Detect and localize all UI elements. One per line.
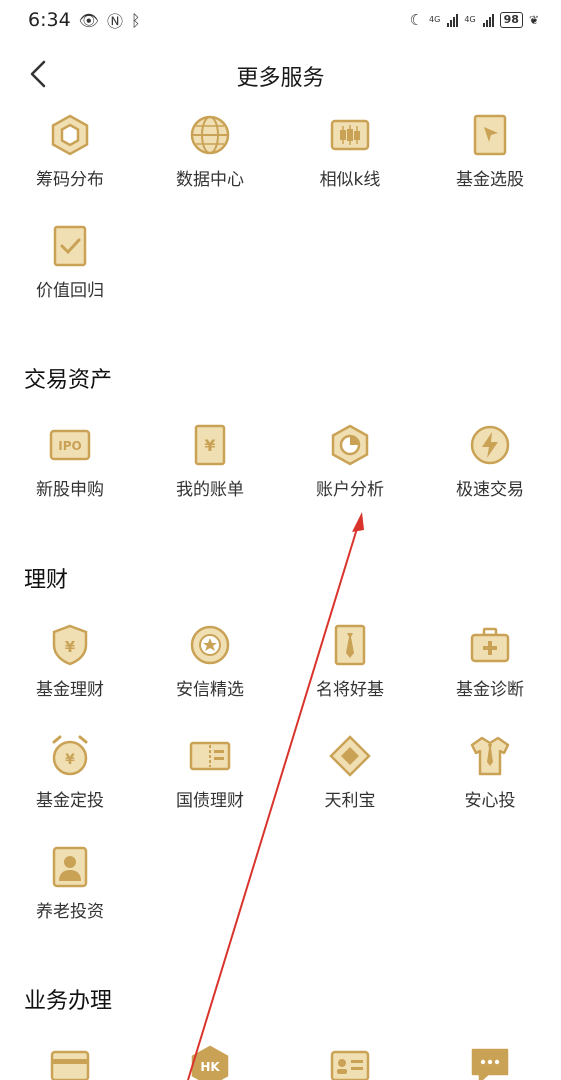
moon-icon: ☾ — [409, 11, 424, 29]
shirt-icon — [470, 736, 510, 776]
portrait-icon — [52, 846, 88, 888]
battery-indicator: 98 — [499, 12, 523, 28]
status-bar: 6:34 👁 Ⓝ ᛒ ☾ 4G 4G 98 ❦ — [0, 0, 561, 40]
star-badge-icon — [190, 625, 230, 665]
nfc-icon: Ⓝ — [106, 12, 123, 31]
trade-label: 账户分析 — [316, 480, 384, 500]
tool-chip-distribution[interactable]: 筹码分布 — [0, 113, 140, 193]
svg-text:¥: ¥ — [65, 752, 75, 768]
tool-label: 筹码分布 — [36, 170, 104, 190]
hexagon-chip-icon — [51, 114, 89, 156]
tool-label: 基金选股 — [456, 170, 524, 190]
wealth-label: 基金理财 — [36, 680, 104, 700]
page-title: 更多服务 — [236, 66, 325, 91]
trade-label: 新股申购 — [36, 480, 104, 500]
tool-data-center[interactable]: 数据中心 — [140, 113, 280, 193]
wealth-essence-selection[interactable]: 安信精选 — [140, 623, 280, 703]
business-hk[interactable]: HK — [140, 1044, 280, 1080]
section-title-trade: 交易资产 — [24, 368, 113, 393]
wealth-label: 安信精选 — [176, 680, 244, 700]
id-card-icon — [330, 1050, 370, 1080]
wealth-label: 名将好基 — [316, 680, 384, 700]
section-title-wealth: 理财 — [24, 568, 69, 593]
trade-fast-trade[interactable]: 极速交易 — [420, 423, 560, 503]
tool-fund-stock-pick[interactable]: 基金选股 — [420, 113, 560, 193]
globe-icon — [190, 115, 230, 155]
lightning-icon — [470, 425, 510, 465]
trade-label: 我的账单 — [176, 480, 244, 500]
leaf-icon: ❦ — [528, 13, 539, 27]
svg-text:IPO: IPO — [58, 439, 81, 453]
svg-text:HK: HK — [200, 1060, 220, 1074]
card-icon — [50, 1050, 90, 1080]
wealth-label: 安心投 — [464, 791, 516, 811]
wealth-label: 国债理财 — [176, 791, 244, 811]
signal-1-label: 4G — [429, 15, 441, 24]
bluetooth-icon: ᛒ — [131, 10, 141, 30]
check-page-icon — [53, 225, 87, 267]
status-right: ☾ 4G 4G 98 ❦ — [410, 11, 539, 29]
alarm-clock-icon: ¥ — [52, 735, 88, 776]
signal-1-icon — [447, 13, 459, 27]
tool-label: 价值回归 — [36, 281, 104, 301]
yuan-bill-icon: ¥ — [194, 424, 226, 466]
cursor-page-icon — [473, 114, 507, 156]
wealth-fund-diagnosis[interactable]: 基金诊断 — [420, 623, 560, 703]
wealth-fund-fixed-invest[interactable]: ¥ 基金定投 — [0, 734, 140, 814]
svg-text:¥: ¥ — [65, 638, 76, 656]
wealth-label: 基金定投 — [36, 791, 104, 811]
signal-2-icon — [482, 13, 494, 27]
wealth-label: 养老投资 — [36, 902, 104, 922]
wealth-famous-fund[interactable]: 名将好基 — [280, 623, 420, 703]
candlestick-icon — [330, 119, 370, 151]
trade-account-analysis[interactable]: 账户分析 — [280, 423, 420, 503]
tool-label: 数据中心 — [176, 170, 244, 190]
medkit-icon — [470, 627, 510, 663]
wealth-fund-finance[interactable]: ¥ 基金理财 — [0, 623, 140, 703]
ticket-icon — [189, 741, 231, 771]
status-time: 6:34 — [28, 9, 71, 31]
status-left: 6:34 👁 Ⓝ ᛒ — [28, 8, 141, 32]
trade-ipo-subscribe[interactable]: IPO 新股申购 — [0, 423, 140, 503]
wealth-label: 天利宝 — [324, 791, 376, 811]
chat-icon — [471, 1048, 509, 1080]
wealth-treasury-bond[interactable]: 国债理财 — [140, 734, 280, 814]
trade-label: 极速交易 — [456, 480, 524, 500]
trade-my-bill[interactable]: ¥ 我的账单 — [140, 423, 280, 503]
eye-icon: 👁 — [78, 10, 99, 30]
signal-2-label: 4G — [464, 15, 476, 24]
hk-icon: HK — [191, 1045, 229, 1080]
business-id-card[interactable] — [280, 1044, 420, 1080]
business-chat[interactable] — [420, 1044, 560, 1080]
wealth-tianlibao[interactable]: 天利宝 — [280, 734, 420, 814]
tool-value-return[interactable]: 价值回归 — [0, 224, 140, 304]
wealth-label: 基金诊断 — [456, 680, 524, 700]
svg-text:¥: ¥ — [204, 436, 215, 455]
diamond-icon — [329, 735, 371, 777]
wealth-anxintou[interactable]: 安心投 — [420, 734, 560, 814]
section-title-business: 业务办理 — [24, 989, 113, 1014]
wealth-pension-invest[interactable]: 养老投资 — [0, 845, 140, 925]
pie-hexagon-icon — [331, 424, 369, 466]
business-card[interactable] — [0, 1044, 140, 1080]
nav-bar: 更多服务 — [0, 48, 561, 104]
tie-icon — [334, 624, 366, 666]
yuan-shield-icon: ¥ — [52, 624, 88, 666]
ipo-icon: IPO — [49, 429, 91, 461]
tool-similar-kline[interactable]: 相似k线 — [280, 113, 420, 193]
tool-label: 相似k线 — [319, 170, 381, 190]
